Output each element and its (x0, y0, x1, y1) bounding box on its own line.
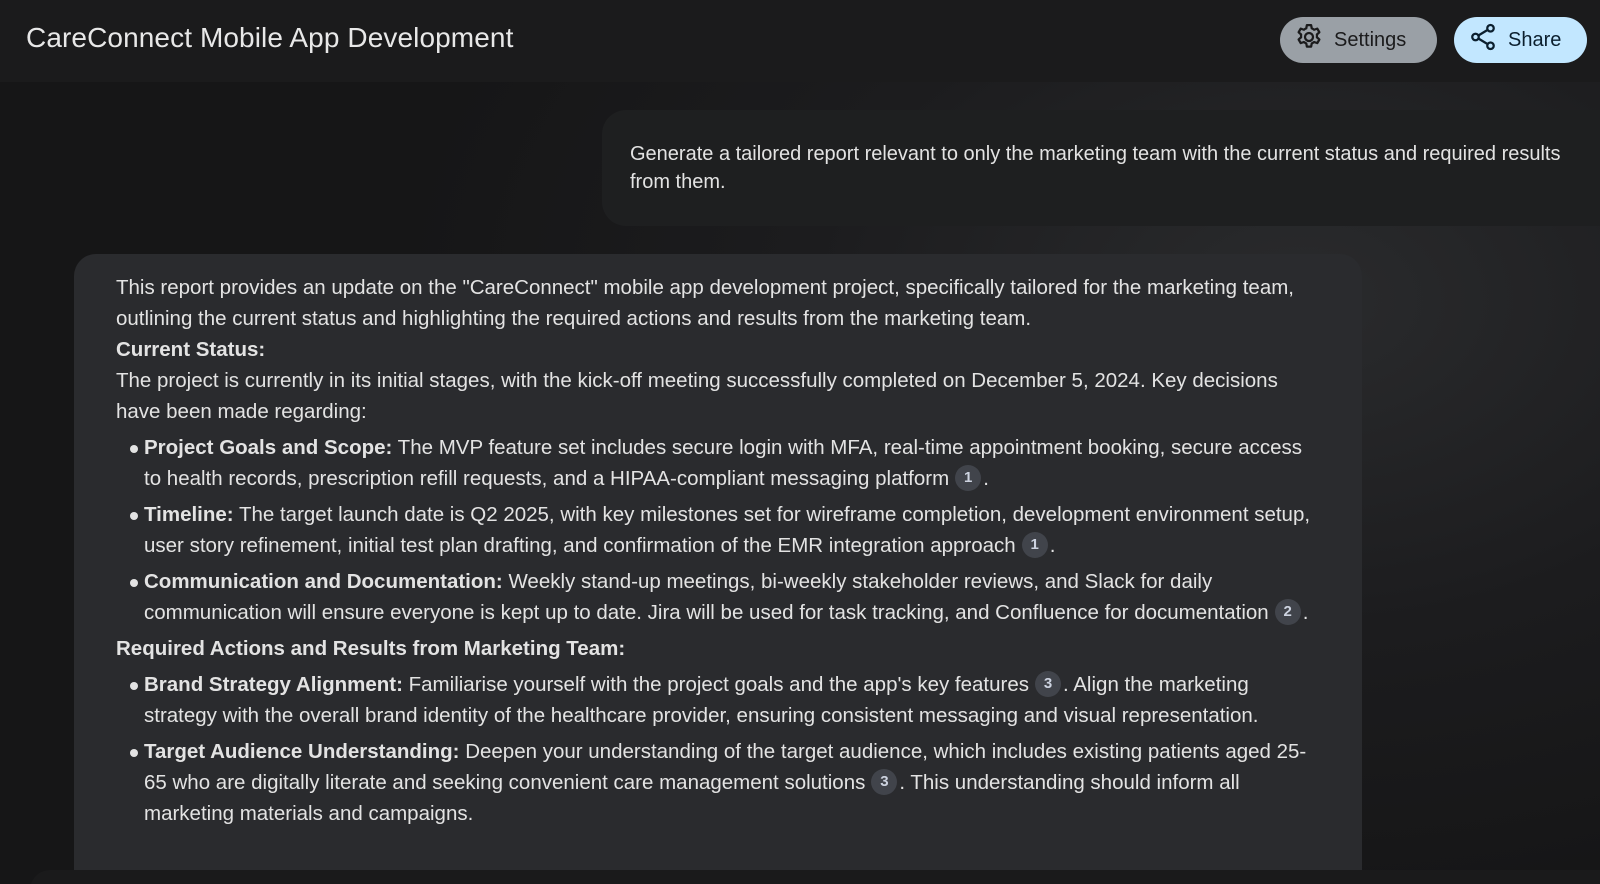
citation-chip[interactable]: 1 (955, 464, 982, 491)
list-item-text: Familiarise yourself with the project go… (402, 673, 1029, 696)
citation-chip[interactable]: 3 (1035, 670, 1061, 697)
chat-page: CareConnect Mobile App Development Setti… (0, 0, 1600, 884)
citation-chip[interactable]: 1 (1021, 531, 1048, 558)
citation-chip[interactable]: 2 (1274, 598, 1301, 625)
list-item-title: Target Audience Understanding: (144, 740, 460, 763)
response-card: This report provides an update on the "C… (74, 254, 1362, 884)
list-item: Brand Strategy Alignment: Familiarise yo… (130, 669, 1322, 731)
page-title: CareConnect Mobile App Development (26, 22, 514, 53)
citation-chip[interactable]: 3 (871, 768, 898, 795)
user-message-text: Generate a tailored report relevant to o… (630, 143, 1561, 193)
share-label: Share (1508, 28, 1562, 51)
settings-button[interactable]: Settings (1280, 17, 1437, 63)
list-item-title: Project Goals and Scope: (144, 436, 393, 459)
list-item-title: Communication and Documentation: (144, 570, 503, 593)
list-item-after: . (1302, 601, 1309, 624)
app-header: CareConnect Mobile App Development Setti… (0, 0, 1600, 82)
response-intro: This report provides an update on the "C… (116, 276, 1294, 330)
list-item: Communication and Documentation: Weekly … (130, 566, 1322, 628)
settings-label: Settings (1334, 28, 1407, 51)
list-item: Target Audience Understanding: Deepen yo… (130, 736, 1322, 829)
list-item-text: The target launch date is Q2 2025, with … (144, 503, 1311, 557)
list-item: Timeline: The target launch date is Q2 2… (130, 499, 1322, 561)
current-status-heading: Current Status: (116, 338, 266, 361)
list-item-title: Timeline: (144, 503, 234, 526)
list-item-title: Brand Strategy Alignment: (144, 673, 403, 696)
list-item-after: . (983, 467, 989, 490)
list-item-after: . (1049, 534, 1056, 557)
required-actions-list: Brand Strategy Alignment: Familiarise yo… (130, 669, 1322, 829)
share-icon (1468, 22, 1498, 58)
required-actions-heading: Required Actions and Results from Market… (116, 637, 626, 660)
gear-icon (1294, 22, 1324, 58)
bottom-bar (30, 870, 1600, 884)
user-message-bubble: Generate a tailored report relevant to o… (602, 110, 1600, 226)
share-button[interactable]: Share (1454, 17, 1587, 63)
list-item: Project Goals and Scope: The MVP feature… (130, 432, 1322, 494)
current-status-text: The project is currently in its initial … (116, 369, 1278, 423)
current-status-list: Project Goals and Scope: The MVP feature… (130, 432, 1322, 628)
